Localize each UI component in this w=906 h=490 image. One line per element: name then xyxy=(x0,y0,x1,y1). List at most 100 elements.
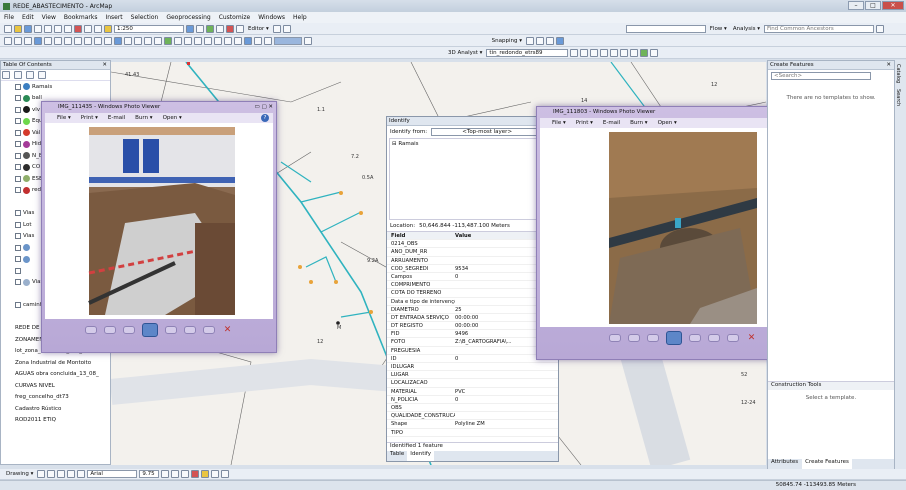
identify-row[interactable]: ID 0 xyxy=(387,355,558,363)
previous-icon[interactable] xyxy=(646,334,659,342)
tree-item-ramais[interactable]: Ramais xyxy=(398,141,418,147)
menu-view[interactable]: View xyxy=(42,14,56,21)
menu-windows[interactable]: Windows xyxy=(258,14,285,21)
copy-icon[interactable] xyxy=(54,24,62,33)
identify-row[interactable]: LUGAR xyxy=(387,371,558,380)
pv-email-menu[interactable]: E-mail xyxy=(108,115,125,121)
menu-file[interactable]: File xyxy=(4,14,14,21)
identify-from-dropdown[interactable]: <Top-most layer> xyxy=(431,128,544,136)
toc-layer-row[interactable]: CURVAS NIVEL xyxy=(1,380,110,392)
measure-icon[interactable] xyxy=(134,36,142,45)
layer-visibility-checkbox[interactable] xyxy=(15,302,21,309)
identify-row[interactable]: OBS xyxy=(387,404,558,413)
rotate-left-icon[interactable] xyxy=(183,326,196,334)
fill-color-icon[interactable] xyxy=(201,470,210,478)
extra-tool-icon[interactable] xyxy=(304,36,312,45)
identify-row[interactable]: TIPO xyxy=(387,429,558,437)
font-size-dropdown[interactable]: 9.75 xyxy=(139,470,160,478)
identify-row[interactable]: FID 9496 xyxy=(387,330,558,339)
menu-geoprocessing[interactable]: Geoprocessing xyxy=(166,14,210,21)
pv-file-menu[interactable]: File ▾ xyxy=(552,120,566,126)
snap-edge-icon[interactable] xyxy=(536,36,544,45)
text-icon[interactable] xyxy=(77,470,86,478)
previous-icon[interactable] xyxy=(122,326,135,334)
identify-row[interactable]: DT REGISTO 00:00:00 xyxy=(387,322,558,331)
drawing-menu[interactable]: Drawing ▾ xyxy=(4,471,35,477)
pv-print-menu[interactable]: Print ▾ xyxy=(576,120,593,126)
menu-help[interactable]: Help xyxy=(293,14,307,21)
delete-photo-icon[interactable]: ✕ xyxy=(746,334,758,343)
html-popup-icon[interactable] xyxy=(154,36,162,45)
scale-box[interactable]: 1:250 xyxy=(114,24,184,33)
layer-visibility-checkbox[interactable] xyxy=(15,95,21,102)
editor-toolbar-icon[interactable] xyxy=(186,24,194,33)
zoom-out-icon[interactable] xyxy=(14,36,22,45)
toc-layer-row[interactable]: AGUAS obra concluida_13_08_ xyxy=(1,369,110,381)
identify-row[interactable]: IDLUGAR xyxy=(387,363,558,372)
identify-row[interactable]: Shape Polyline ZM xyxy=(387,420,558,429)
back-icon[interactable] xyxy=(64,36,72,45)
identify-row[interactable]: COTA DO TERRENO xyxy=(387,289,558,298)
clear-selection-icon[interactable] xyxy=(94,36,102,45)
minimize-button[interactable]: – xyxy=(848,1,864,10)
pan-icon[interactable] xyxy=(24,36,32,45)
font-color-icon[interactable] xyxy=(191,470,200,478)
layer-visibility-checkbox[interactable] xyxy=(15,244,21,251)
identify-row[interactable]: Data e tipo de intervenções xyxy=(387,298,558,306)
list-by-source-icon[interactable] xyxy=(13,71,22,79)
print-icon[interactable] xyxy=(34,24,42,33)
pv-file-menu[interactable]: File ▾ xyxy=(57,115,71,121)
toc-layer-row[interactable]: Ramais xyxy=(1,81,110,93)
3d-analyst-menu[interactable]: 3D Analyst ▾ xyxy=(446,50,484,56)
identify-row[interactable]: LOCALIZACAO xyxy=(387,379,558,388)
line-color-icon[interactable] xyxy=(211,470,220,478)
trace-solve-icon[interactable] xyxy=(876,24,884,33)
identify-row[interactable]: Campos 0 xyxy=(387,273,558,282)
open-icon[interactable] xyxy=(14,24,22,33)
tab-create-features[interactable]: Create Features xyxy=(802,459,852,469)
identify-row[interactable]: COD_SEGREDI 9534 xyxy=(387,265,558,273)
delete-photo-icon[interactable]: ✕ xyxy=(222,326,234,335)
add-data-icon[interactable] xyxy=(104,24,112,33)
identify-row[interactable]: FOTO Z:\B_CARTOGRAFIA\... xyxy=(387,338,558,347)
layer-visibility-checkbox[interactable] xyxy=(15,164,21,171)
zoom-icon[interactable] xyxy=(608,334,621,342)
select-features-icon[interactable] xyxy=(84,36,92,45)
snapping-menu[interactable]: Snapping ▾ xyxy=(490,38,524,44)
snap-point-icon[interactable] xyxy=(526,36,534,45)
layer-visibility-checkbox[interactable] xyxy=(15,256,21,263)
marker-color-icon[interactable] xyxy=(221,470,230,478)
toc-layer-row[interactable]: Cadastro Rústico xyxy=(1,403,110,415)
pv-window-controls[interactable]: ▭ ▢ ✕ xyxy=(255,102,274,113)
menu-insert[interactable]: Insert xyxy=(105,14,122,21)
help-icon[interactable]: ? xyxy=(261,114,269,122)
layer-visibility-checkbox[interactable] xyxy=(15,83,21,90)
layer-visibility-checkbox[interactable] xyxy=(15,221,21,228)
delete-icon[interactable] xyxy=(74,24,82,33)
layer-visibility-checkbox[interactable] xyxy=(15,118,21,125)
new-icon[interactable] xyxy=(4,24,12,33)
bold-icon[interactable] xyxy=(161,470,170,478)
identify-row[interactable]: ARRUAMENTO xyxy=(387,257,558,265)
menu-bookmarks[interactable]: Bookmarks xyxy=(64,14,98,21)
rotate-element-icon[interactable] xyxy=(47,470,56,478)
fixed-zoom-out-icon[interactable] xyxy=(54,36,62,45)
layer-visibility-checkbox[interactable] xyxy=(15,152,21,159)
pv-email-menu[interactable]: E-mail xyxy=(603,120,620,126)
pv-open-menu[interactable]: Open ▾ xyxy=(163,115,182,121)
snap-vertex-icon[interactable] xyxy=(264,36,272,45)
menu-edit[interactable]: Edit xyxy=(22,14,34,21)
rotate-right-icon[interactable] xyxy=(726,334,739,342)
layer-visibility-checkbox[interactable] xyxy=(15,187,21,194)
identify-row[interactable]: MATERIAL PVC xyxy=(387,388,558,396)
layer-color-box[interactable] xyxy=(274,36,302,45)
menu-customize[interactable]: Customize xyxy=(219,14,251,21)
rotate-left-icon[interactable] xyxy=(707,334,720,342)
search-tab[interactable]: Search xyxy=(895,83,901,106)
snap-intersection-icon[interactable] xyxy=(556,36,564,45)
cut-icon[interactable] xyxy=(44,24,52,33)
tab-table[interactable]: Table xyxy=(390,451,404,461)
identify-row[interactable]: 0214_OBS xyxy=(387,240,558,249)
actual-size-icon[interactable] xyxy=(103,326,116,334)
identify-row[interactable]: DIAMETRO 25 xyxy=(387,306,558,314)
